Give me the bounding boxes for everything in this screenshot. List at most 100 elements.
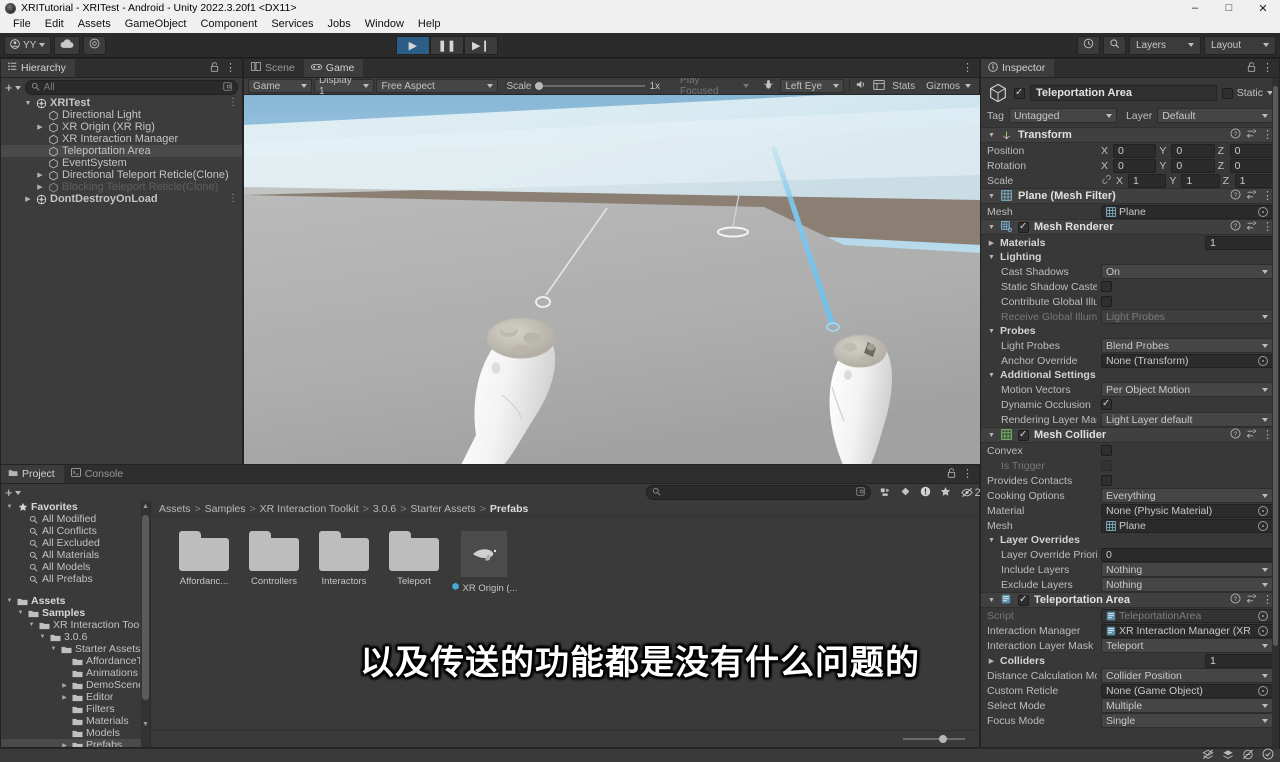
play-button[interactable]: ▶ [395,35,430,55]
scale-slider[interactable]: Scale 1x [506,81,660,92]
component-enabled-checkbox[interactable] [1018,594,1029,606]
expand-arrow-icon[interactable]: ▶ [35,123,45,131]
eye-dropdown[interactable]: Left Eye [780,79,845,93]
asset-item[interactable]: XR Origin (... [451,531,517,594]
collapse-arrow-icon[interactable]: ▼ [5,504,14,510]
project-create-button[interactable]: + [5,486,21,499]
bug-icon[interactable] [763,79,774,93]
check-circle-icon[interactable] [1262,748,1274,762]
expand-arrow-icon[interactable]: ▶ [60,742,69,748]
property-checkbox[interactable] [1101,398,1112,410]
favorite-filter-icon[interactable] [940,486,951,500]
layers-off-icon[interactable] [1202,748,1214,762]
preset-icon[interactable] [1246,220,1257,234]
object-picker-icon[interactable] [1258,520,1268,531]
property-dropdown[interactable]: Teleport [1101,638,1273,653]
breadcrumb-item[interactable]: Assets [159,503,191,515]
component-header[interactable]: ▼ Mesh Collider ?⋮ [981,427,1279,443]
axis-y-input[interactable]: 1 [1181,173,1220,188]
menu-help[interactable]: Help [411,16,448,33]
type-filter-icon[interactable] [880,486,891,500]
hierarchy-item[interactable]: ▶ XR Origin (XR Rig) [1,121,242,133]
tab-hierarchy[interactable]: Hierarchy [1,59,75,77]
gameview-menu-icon[interactable]: ⋮ [962,62,973,74]
property-section-header[interactable]: ▼ Layer Overrides [981,533,1279,547]
project-tree-item[interactable]: Materials [1,715,150,727]
create-object-button[interactable]: + [5,81,21,94]
property-checkbox[interactable] [1101,296,1112,307]
project-tree-scrollbar[interactable]: ▲ ▼ [141,501,150,747]
property-checkbox[interactable] [1101,445,1112,456]
label-filter-icon[interactable] [900,486,911,500]
tab-console[interactable]: Console [63,465,133,483]
property-dropdown[interactable]: Light Layer default [1101,412,1273,427]
lock-icon[interactable] [947,467,956,481]
aspect-dropdown[interactable]: Free Aspect [376,79,499,93]
close-button[interactable]: ✕ [1246,0,1280,16]
broken-link-icon[interactable] [1101,174,1112,188]
hierarchy-item-menu-icon[interactable]: ⋮ [228,194,238,204]
section-foldout-icon[interactable]: ▼ [987,328,996,335]
thumbnail-zoom-slider[interactable] [903,735,965,743]
project-tree-item[interactable]: All Materials [1,549,150,561]
tab-game[interactable]: Game [303,59,364,77]
section-foldout-icon[interactable]: ▼ [987,537,996,544]
project-search-input[interactable] [645,485,871,500]
object-reference-field[interactable]: XR Interaction Manager (XR Intera [1101,623,1273,638]
scale-slider-track[interactable] [535,82,646,90]
settings-button[interactable] [83,35,107,55]
search-button[interactable] [1102,35,1126,55]
project-tree-item[interactable]: ▼ XR Interaction Toolkit [1,619,150,631]
collapse-arrow-icon[interactable]: ▼ [49,646,58,652]
project-tree-item[interactable]: Filters [1,703,150,715]
lock-icon[interactable] [210,61,219,75]
property-checkbox[interactable] [1101,475,1112,486]
hierarchy-item-menu-icon[interactable]: ⋮ [228,98,238,108]
cloud-button[interactable] [54,35,81,55]
number-input[interactable]: 0 [1101,547,1273,562]
axis-x-input[interactable]: 1 [1128,173,1167,188]
property-section-header[interactable]: ▼ Lighting [981,250,1279,264]
audio-off-icon[interactable] [1242,748,1254,762]
hierarchy-menu-icon[interactable]: ⋮ [225,62,236,74]
property-dropdown[interactable]: Per Object Motion [1101,382,1273,397]
object-reference-field[interactable]: Plane [1101,204,1273,219]
expand-arrow-icon[interactable]: ▶ [60,682,69,689]
layers-dropdown[interactable]: Layers [1128,35,1201,55]
help-icon[interactable]: ? [1230,593,1241,607]
expand-arrow-icon[interactable]: ▶ [35,171,45,179]
menu-file[interactable]: File [6,16,38,33]
hierarchy-item[interactable]: ▶ Blocking Teleport Reticle(Clone) [1,181,242,193]
property-section-header[interactable]: ▼ Additional Settings [981,368,1279,382]
preset-icon[interactable] [1246,128,1257,142]
project-tree-item[interactable]: ▶ Editor [1,691,150,703]
scroll-down-arrow[interactable]: ▼ [142,721,149,728]
asset-item[interactable]: Interactors [315,531,373,594]
scroll-up-arrow[interactable]: ▲ [142,503,149,510]
project-menu-icon[interactable]: ⋮ [962,468,973,480]
property-foldout-icon[interactable]: ▶ [987,239,996,247]
collapse-arrow-icon[interactable]: ▼ [38,634,47,640]
axis-x-input[interactable]: 0 [1113,143,1157,158]
project-tree-item[interactable]: Animations [1,667,150,679]
project-tree-item[interactable]: All Prefabs [1,573,150,585]
minimize-button[interactable]: – [1178,0,1212,16]
account-button[interactable]: YY [4,35,52,55]
asset-item[interactable]: Affordanc... [175,531,233,594]
stats-button[interactable]: Stats [892,81,915,92]
collapse-arrow-icon[interactable]: ▼ [27,622,36,628]
project-tree-item[interactable]: ▼ 3.0.6 [1,631,150,643]
tab-scene[interactable]: Scene [244,59,304,77]
collapse-arrow-icon[interactable]: ▼ [23,100,33,107]
asset-item[interactable]: Teleport [385,531,443,594]
undo-history-button[interactable] [1076,35,1100,55]
object-name-field[interactable]: Teleportation Area [1030,85,1217,101]
project-tree-item[interactable]: ▶ Prefabs [1,739,150,747]
menu-gameobject[interactable]: GameObject [118,16,194,33]
breadcrumb-item[interactable]: 3.0.6 [373,503,396,515]
layout-dropdown[interactable]: Layout [1203,35,1276,55]
preset-icon[interactable] [1246,189,1257,203]
help-icon[interactable]: ? [1230,428,1241,442]
menu-assets[interactable]: Assets [71,16,118,33]
menu-jobs[interactable]: Jobs [321,16,358,33]
